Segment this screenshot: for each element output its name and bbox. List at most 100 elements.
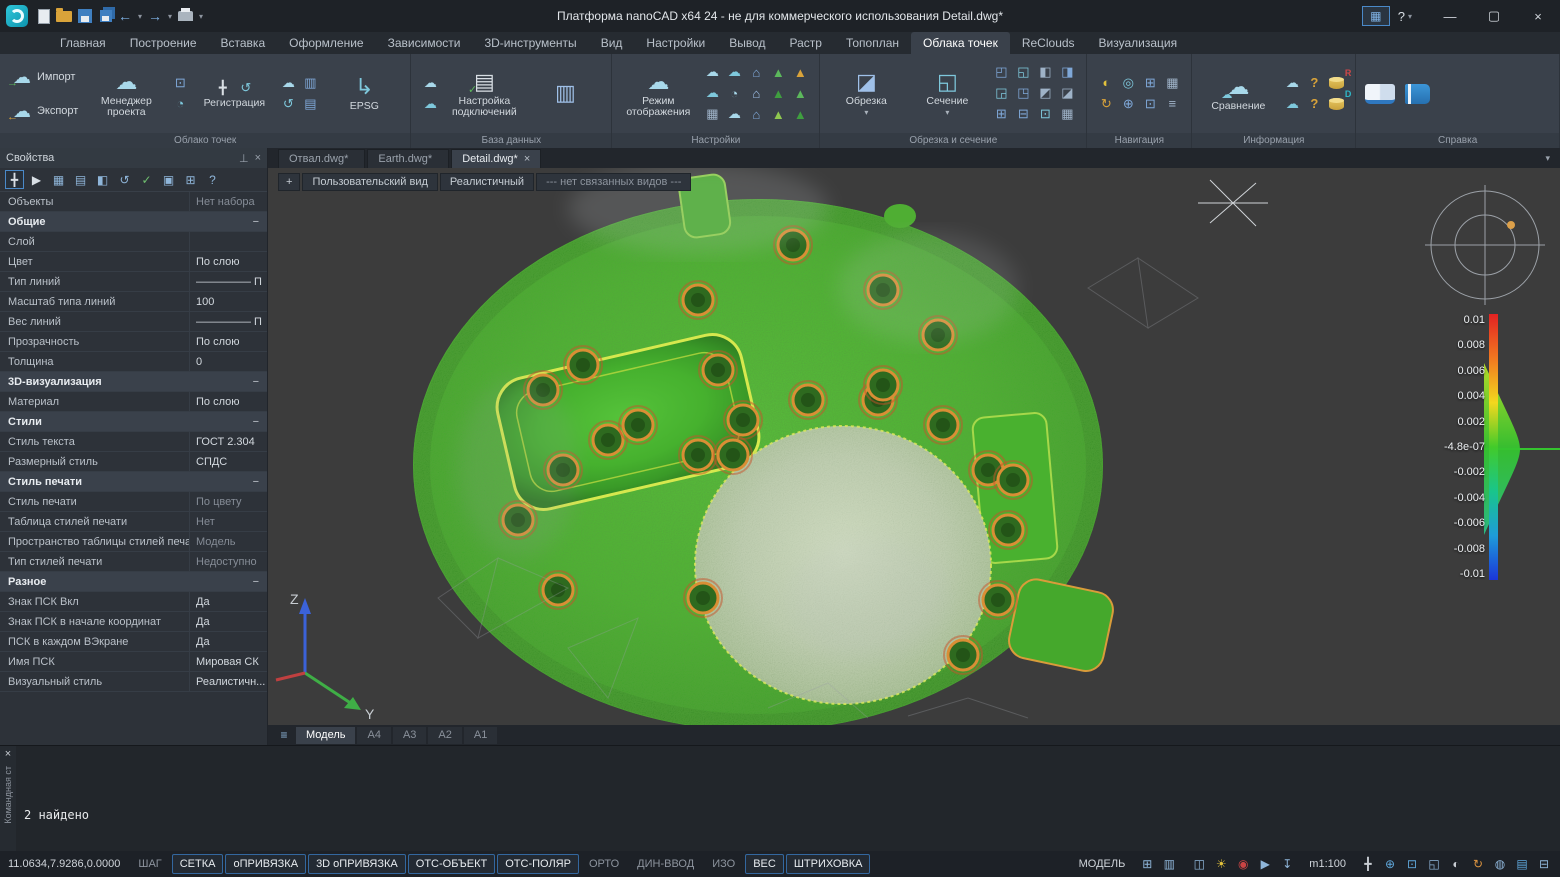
- tool-icon[interactable]: ☁: [420, 74, 440, 92]
- collapse-icon[interactable]: −: [253, 376, 267, 388]
- status-toggle[interactable]: ОТС-ПОЛЯР: [497, 854, 579, 874]
- ribbon-tab[interactable]: Зависимости: [376, 32, 473, 54]
- property-value[interactable]: Мировая СК: [190, 656, 267, 668]
- collapse-icon[interactable]: −: [253, 216, 267, 228]
- property-row[interactable]: Стиль печати −: [0, 472, 267, 492]
- target-icon[interactable]: ◎: [1118, 74, 1138, 92]
- property-row[interactable]: Знак ПСК Вкл Да −: [0, 592, 267, 612]
- collapse-icon[interactable]: −: [253, 476, 267, 488]
- pin-icon[interactable]: ⊥: [239, 152, 249, 165]
- layout-tab[interactable]: А1: [464, 727, 497, 744]
- revisions-button[interactable]: ▥: [528, 79, 602, 109]
- clip-tool-icon[interactable]: ◩: [1035, 84, 1055, 102]
- drawing-viewport[interactable]: Z Y + Пользовательский вид Реалистичный …: [268, 168, 1560, 725]
- minimize-button[interactable]: —: [1428, 0, 1472, 32]
- tool-icon[interactable]: ◔: [170, 95, 190, 113]
- property-row[interactable]: Цвет По слою −: [0, 252, 267, 272]
- fly-icon[interactable]: ⊡: [1140, 95, 1160, 113]
- cloud-setting-icon[interactable]: ◔: [724, 84, 744, 102]
- status-toggle[interactable]: 3D оПРИВЯЗКА: [308, 854, 406, 874]
- reference-book-icon[interactable]: [1405, 84, 1430, 104]
- clip-tool-icon[interactable]: ◲: [991, 84, 1011, 102]
- help-dropdown-icon[interactable]: ▾: [1408, 12, 1412, 21]
- command-panel-rail[interactable]: × Командная ст: [0, 746, 16, 851]
- view-navball[interactable]: [1425, 185, 1545, 305]
- status-icon[interactable]: ⊡: [1404, 857, 1420, 871]
- property-row[interactable]: Слой −: [0, 232, 267, 252]
- properties-tool-icon[interactable]: ?: [203, 170, 222, 189]
- status-toggle[interactable]: ШТРИХОВКА: [786, 854, 871, 874]
- house-setting-icon[interactable]: ⌂: [746, 105, 766, 123]
- tree-setting-icon[interactable]: ▲: [768, 105, 788, 123]
- clip-tool-icon[interactable]: ◰: [991, 63, 1011, 81]
- property-row[interactable]: Стиль печати По цвету −: [0, 492, 267, 512]
- point-cloud-flange[interactable]: [413, 168, 1198, 725]
- property-row[interactable]: Общие −: [0, 212, 267, 232]
- property-value[interactable]: 0: [190, 356, 267, 368]
- property-row[interactable]: Пространство таблицы стилей печати Модел…: [0, 532, 267, 552]
- property-value[interactable]: По слою: [190, 256, 267, 268]
- tool-icon[interactable]: ☁: [278, 74, 298, 92]
- layout-tab[interactable]: Модель: [296, 727, 355, 744]
- status-icon[interactable]: ↧: [1279, 857, 1295, 871]
- section-button[interactable]: ◱ Сечение ▾: [910, 68, 984, 119]
- add-view-button[interactable]: +: [278, 173, 300, 191]
- property-row[interactable]: Масштаб типа линий 100 −: [0, 292, 267, 312]
- properties-tool-icon[interactable]: ▣: [159, 170, 178, 189]
- orbit-icon[interactable]: ↻: [1096, 95, 1116, 113]
- scale-button[interactable]: m1:100: [1309, 858, 1346, 870]
- property-row[interactable]: ПСК в каждом ВЭкране Да −: [0, 632, 267, 652]
- status-toggle[interactable]: ВЕС: [745, 854, 784, 874]
- property-row[interactable]: Объекты Нет набора −: [0, 192, 267, 212]
- status-icon[interactable]: ⊕: [1382, 857, 1398, 871]
- status-icon[interactable]: ◉: [1235, 857, 1251, 871]
- property-row[interactable]: Разное −: [0, 572, 267, 592]
- undo-dropdown-icon[interactable]: ▾: [138, 12, 142, 21]
- property-row[interactable]: Визуальный стиль Реалистичн... −: [0, 672, 267, 692]
- save-icon[interactable]: [78, 9, 92, 23]
- help-button[interactable]: ?▾: [1398, 9, 1412, 24]
- property-row[interactable]: 3D-визуализация −: [0, 372, 267, 392]
- property-row[interactable]: Знак ПСК в начале координат Да −: [0, 612, 267, 632]
- viewport-canvas[interactable]: Z Y: [268, 168, 1560, 725]
- ribbon-tab[interactable]: Оформление: [277, 32, 375, 54]
- collapse-icon[interactable]: −: [253, 576, 267, 588]
- help-book-icon[interactable]: [1365, 84, 1395, 104]
- ribbon-collapse-icon[interactable]: ▾: [1545, 153, 1550, 164]
- import-button[interactable]: ☁→ Импорт: [9, 62, 82, 92]
- property-value[interactable]: Да: [190, 596, 267, 608]
- epsg-button[interactable]: ↳ EPSG: [327, 73, 401, 114]
- status-icon[interactable]: ▤: [1514, 857, 1530, 871]
- property-row[interactable]: Тип линий ————— П −: [0, 272, 267, 292]
- print-icon[interactable]: [178, 11, 193, 21]
- ribbon-tab[interactable]: Настройки: [634, 32, 717, 54]
- property-value[interactable]: ГОСТ 2.304: [190, 436, 267, 448]
- export-button[interactable]: ☁← Экспорт: [9, 96, 82, 126]
- ribbon-tab[interactable]: 3D-инструменты: [472, 32, 588, 54]
- property-value[interactable]: По цвету: [190, 496, 267, 508]
- properties-tool-icon[interactable]: ▦: [49, 170, 68, 189]
- database-r-icon[interactable]: R: [1326, 74, 1346, 92]
- properties-tool-icon[interactable]: ⊞: [181, 170, 200, 189]
- tool-icon[interactable]: ↺: [278, 95, 298, 113]
- close-panel-icon[interactable]: ×: [255, 152, 261, 164]
- property-value[interactable]: Нет: [190, 516, 267, 528]
- visual-style-button[interactable]: Реалистичный: [440, 173, 534, 191]
- ribbon-tab[interactable]: Главная: [48, 32, 118, 54]
- status-toggle[interactable]: ОРТО: [581, 854, 627, 874]
- property-value[interactable]: По слою: [190, 396, 267, 408]
- tool-icon[interactable]: ☁: [420, 95, 440, 113]
- property-value[interactable]: 100: [190, 296, 267, 308]
- ribbon-tab[interactable]: Визуализация: [1087, 32, 1190, 54]
- property-value[interactable]: СПДС: [190, 456, 267, 468]
- property-value[interactable]: Да: [190, 616, 267, 628]
- cloud-info-icon[interactable]: ☁: [1282, 95, 1302, 113]
- status-icon[interactable]: ◱: [1426, 857, 1442, 871]
- ribbon-tab[interactable]: Вид: [589, 32, 635, 54]
- property-row[interactable]: Материал По слою −: [0, 392, 267, 412]
- tree-setting-icon[interactable]: ▲: [790, 105, 810, 123]
- status-toggle[interactable]: ИЗО: [704, 854, 743, 874]
- layout-tab[interactable]: А3: [393, 727, 426, 744]
- property-value[interactable]: Нет набора: [190, 196, 267, 208]
- clip-tool-icon[interactable]: ⊡: [1035, 105, 1055, 123]
